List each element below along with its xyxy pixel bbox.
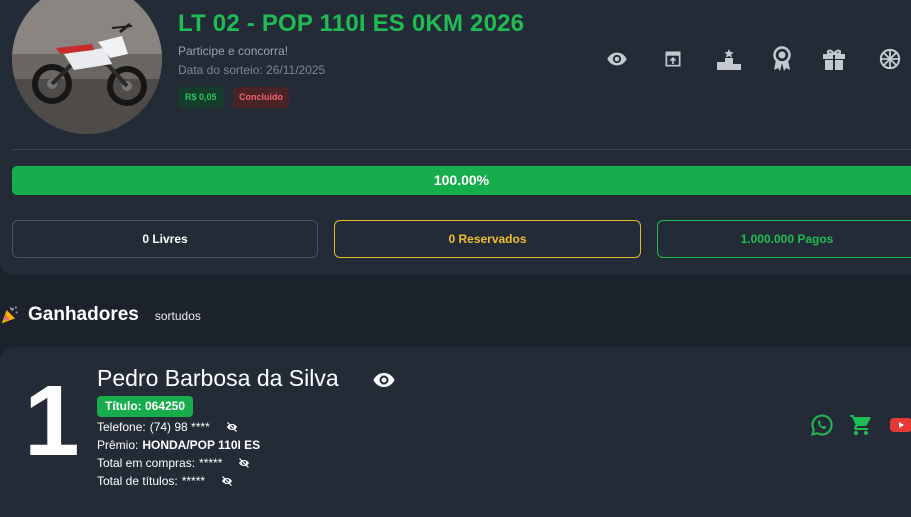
eye-off-icon[interactable] [221,475,233,487]
phone-value: (74) 98 **** [149,420,210,434]
gift-icon[interactable] [820,45,848,73]
winners-subtitle: sortudos [154,309,201,323]
winner-rank: 1 [24,365,80,477]
eye-icon[interactable] [603,45,631,73]
award-icon[interactable] [768,45,796,73]
prize-label: Prêmio: [97,438,139,452]
phone-line: Telefone: (74) 98 **** [97,420,238,434]
price-badge: R$ 0,05 [178,87,224,108]
raffle-card: LT 02 - POP 110I ES 0KM 2026 Participe e… [0,0,911,275]
winners-header: Ganhadores sortudos [0,302,201,328]
raffle-title: LT 02 - POP 110I ES 0KM 2026 [178,10,525,37]
total-spent-value: ***** [199,456,223,470]
winner-card: 1 Pedro Barbosa da Silva Título: 064250 … [0,347,911,517]
share-icon[interactable] [659,45,687,73]
draw-date: Data do sorteio: 26/11/2025 [178,63,326,77]
progress-bar: 100.00% [12,166,911,195]
eye-icon[interactable] [372,368,396,392]
total-tickets-value: ***** [181,474,206,488]
eye-off-icon[interactable] [226,421,238,433]
winners-title: Ganhadores [28,304,139,325]
total-tickets-label: Total de títulos: [97,474,178,488]
raffle-actions [600,45,911,73]
eye-off-icon[interactable] [238,457,250,469]
reserved-numbers-button[interactable]: 0 Reservados [334,220,641,258]
progress-label: 100.00% [433,172,490,188]
phone-label: Telefone: [97,420,146,434]
prize-value: HONDA/POP 110I ES [142,438,261,452]
youtube-icon[interactable] [889,413,911,437]
divider [12,149,911,150]
wheel-icon[interactable] [876,45,904,73]
total-spent-line: Total em compras: ***** [97,456,250,470]
party-popper-icon [1,306,18,324]
winner-name: Pedro Barbosa da Silva [97,365,339,391]
total-tickets-line: Total de títulos: ***** [97,474,233,488]
podium-icon[interactable] [715,45,743,73]
whatsapp-icon[interactable] [810,413,834,437]
raffle-subtitle: Participe e concorra! [178,44,289,58]
cart-icon[interactable] [849,413,873,437]
raffle-avatar[interactable] [12,0,162,134]
status-badge: Concluído [233,87,289,108]
free-numbers-button[interactable]: 0 Livres [12,220,318,258]
motorcycle-image [12,0,162,134]
total-spent-label: Total em compras: [97,456,196,470]
ticket-badge: Título: 064250 [97,396,194,417]
paid-numbers-button[interactable]: 1.000.000 Pagos [657,220,911,258]
prize-line: Prêmio: HONDA/POP 110I ES [97,438,260,452]
